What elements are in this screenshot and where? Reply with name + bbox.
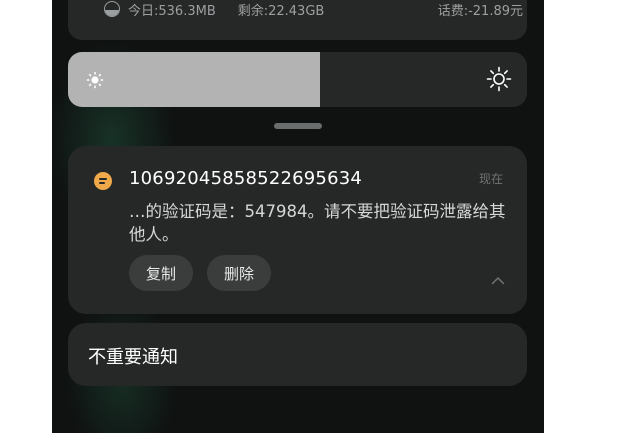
brightness-slider-fill bbox=[68, 52, 321, 107]
notification-sender: 10692045858522695634 bbox=[129, 168, 363, 189]
data-usage-row: 今日:536.3MB 剩余:22.43GB 话费:-21.89元 bbox=[104, 0, 523, 19]
brightness-slider[interactable] bbox=[68, 52, 527, 107]
data-usage-icon bbox=[104, 1, 120, 17]
unimportant-notifications-card[interactable]: 不重要通知 bbox=[68, 323, 527, 386]
copy-button[interactable]: 复制 bbox=[129, 255, 193, 291]
chevron-up-icon[interactable] bbox=[491, 276, 505, 285]
remaining-data: 剩余:22.43GB bbox=[237, 3, 325, 19]
data-usage-card[interactable]: 今日:536.3MB 剩余:22.43GB 话费:-21.89元 bbox=[68, 0, 527, 40]
notification-time: 现在 bbox=[478, 172, 503, 186]
notification-shade: 今日:536.3MB 剩余:22.43GB 话费:-21.89元 1069204… bbox=[52, 0, 544, 433]
notification-body: …的验证码是：547984。请不要把验证码泄露给其他人。 bbox=[129, 202, 506, 244]
today-usage: 今日:536.3MB bbox=[128, 3, 216, 19]
brightness-high-icon bbox=[486, 66, 512, 92]
unimportant-notifications-label: 不重要通知 bbox=[88, 347, 178, 368]
phone-balance: 话费:-21.89元 bbox=[437, 3, 523, 19]
brightness-low-icon bbox=[86, 71, 104, 89]
message-icon bbox=[94, 172, 112, 190]
shade-drag-handle[interactable] bbox=[274, 123, 322, 129]
delete-button[interactable]: 删除 bbox=[207, 255, 271, 291]
sms-notification-card[interactable]: 10692045858522695634 现在 …的验证码是：547984。请不… bbox=[68, 146, 527, 314]
